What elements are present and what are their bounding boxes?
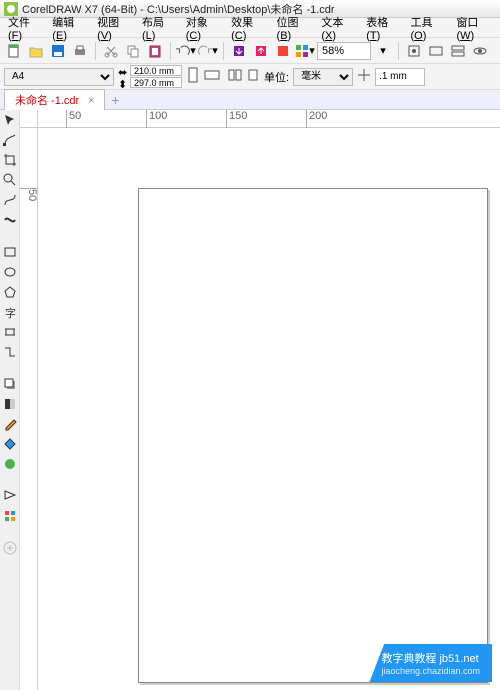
document-tab-bar: 未命名 -1.cdr × + bbox=[0, 90, 500, 110]
rectangle-tool-icon[interactable] bbox=[2, 244, 18, 260]
menu-edit[interactable]: 编辑(E) bbox=[46, 12, 91, 44]
menu-text[interactable]: 文本(X) bbox=[315, 12, 360, 44]
tab-active[interactable]: 未命名 -1.cdr × bbox=[4, 89, 105, 110]
page-dimensions: ⬌ ⬍ bbox=[118, 65, 182, 88]
zoom-tool-icon[interactable] bbox=[2, 172, 18, 188]
portrait-button[interactable] bbox=[186, 67, 200, 86]
ruler-tick: 50 bbox=[20, 188, 38, 201]
parallel-dim-tool-icon[interactable] bbox=[2, 324, 18, 340]
watermark: 教字典教程 jb51.net jiaocheng.chazidian.com bbox=[369, 644, 492, 682]
pick-tool-icon[interactable] bbox=[2, 112, 18, 128]
separator bbox=[170, 42, 171, 60]
all-pages-button[interactable] bbox=[228, 68, 242, 85]
undo-button[interactable]: ▾ bbox=[176, 41, 196, 61]
canvas-area[interactable]: 50 100 150 200 50 教字典教程 jb51.net jiaoche… bbox=[20, 110, 500, 690]
redo-button[interactable]: ▾ bbox=[198, 41, 218, 61]
property-bar: A4 ⬌ ⬍ 单位: 毫米 bbox=[0, 64, 500, 90]
transparency-tool-icon[interactable] bbox=[2, 396, 18, 412]
options-button[interactable] bbox=[426, 41, 446, 61]
save-button[interactable] bbox=[48, 41, 68, 61]
menu-bitmap[interactable]: 位图(B) bbox=[271, 12, 316, 44]
watermark-line1: 教字典教程 jb51.net bbox=[381, 650, 480, 666]
eyedropper-tool-icon[interactable] bbox=[2, 416, 18, 432]
nudge-input[interactable] bbox=[375, 68, 425, 86]
toolbox: 字 bbox=[0, 110, 20, 690]
copy-button[interactable] bbox=[123, 41, 143, 61]
vertical-ruler[interactable]: 50 bbox=[20, 128, 38, 690]
menu-file[interactable]: 文件(F) bbox=[2, 12, 46, 44]
quick-customize-button[interactable] bbox=[2, 540, 18, 556]
menu-layout[interactable]: 布局(L) bbox=[136, 12, 180, 44]
menu-effects[interactable]: 效果(C) bbox=[225, 12, 270, 44]
units-select[interactable]: 毫米 bbox=[293, 68, 353, 86]
ellipse-tool-icon[interactable] bbox=[2, 264, 18, 280]
outline-tool-icon[interactable] bbox=[2, 488, 18, 504]
height-icon: ⬍ bbox=[118, 78, 128, 88]
interactive-fill-tool-icon[interactable] bbox=[2, 436, 18, 452]
current-page-button[interactable] bbox=[246, 68, 260, 85]
width-icon: ⬌ bbox=[118, 66, 128, 76]
separator bbox=[398, 42, 399, 60]
paste-button[interactable] bbox=[145, 41, 165, 61]
drawing-surface[interactable] bbox=[38, 128, 500, 690]
workspace: 字 50 100 150 200 50 教字典教程 jb51.net j bbox=[0, 110, 500, 690]
app-launcher-button[interactable]: ▾ bbox=[295, 41, 315, 61]
nudge-icon bbox=[357, 68, 371, 85]
page-size-select[interactable]: A4 bbox=[4, 68, 114, 86]
menu-object[interactable]: 对象(C) bbox=[180, 12, 225, 44]
text-tool-icon[interactable]: 字 bbox=[2, 304, 18, 320]
landscape-button[interactable] bbox=[204, 68, 220, 85]
polygon-tool-icon[interactable] bbox=[2, 284, 18, 300]
menu-table[interactable]: 表格(T) bbox=[360, 12, 404, 44]
ruler-tick: 50 bbox=[66, 110, 81, 128]
import-button[interactable] bbox=[229, 41, 249, 61]
page-width-input[interactable] bbox=[130, 65, 182, 76]
separator bbox=[95, 42, 96, 60]
ruler-tick: 200 bbox=[306, 110, 327, 128]
freehand-tool-icon[interactable] bbox=[2, 192, 18, 208]
page[interactable] bbox=[138, 188, 488, 683]
new-button[interactable] bbox=[4, 41, 24, 61]
dropshadow-tool-icon[interactable] bbox=[2, 376, 18, 392]
artistic-media-tool-icon[interactable] bbox=[2, 212, 18, 228]
fill-flyout-icon[interactable] bbox=[2, 508, 18, 524]
publish-pdf-button[interactable] bbox=[273, 41, 293, 61]
connector-tool-icon[interactable] bbox=[2, 344, 18, 360]
open-button[interactable] bbox=[26, 41, 46, 61]
zoom-level-input[interactable] bbox=[317, 42, 371, 60]
cut-button[interactable] bbox=[101, 41, 121, 61]
ruler-origin[interactable] bbox=[20, 110, 38, 128]
units-label: 单位: bbox=[264, 69, 289, 85]
crop-tool-icon[interactable] bbox=[2, 152, 18, 168]
watermark-line2: jiaocheng.chazidian.com bbox=[381, 666, 480, 676]
svg-text:字: 字 bbox=[5, 306, 16, 319]
menu-view[interactable]: 视图(V) bbox=[91, 12, 136, 44]
menubar: 文件(F) 编辑(E) 视图(V) 布局(L) 对象(C) 效果(C) 位图(B… bbox=[0, 18, 500, 38]
menu-window[interactable]: 窗口(W) bbox=[450, 12, 498, 44]
menu-tools[interactable]: 工具(O) bbox=[405, 12, 451, 44]
tab-label: 未命名 -1.cdr bbox=[15, 95, 79, 107]
page-height-input[interactable] bbox=[130, 77, 182, 88]
snap-button[interactable] bbox=[404, 41, 424, 61]
export-button[interactable] bbox=[251, 41, 271, 61]
ruler-tick: 100 bbox=[146, 110, 167, 128]
horizontal-ruler[interactable]: 50 100 150 200 bbox=[38, 110, 500, 128]
new-tab-button[interactable]: + bbox=[111, 92, 119, 108]
zoom-dropdown[interactable]: ▾ bbox=[373, 41, 393, 61]
options2-button[interactable] bbox=[448, 41, 468, 61]
shape-tool-icon[interactable] bbox=[2, 132, 18, 148]
close-icon[interactable]: × bbox=[88, 95, 94, 107]
print-button[interactable] bbox=[70, 41, 90, 61]
separator bbox=[223, 42, 224, 60]
ruler-tick: 150 bbox=[226, 110, 247, 128]
preview-button[interactable] bbox=[470, 41, 490, 61]
smart-fill-tool-icon[interactable] bbox=[2, 456, 18, 472]
